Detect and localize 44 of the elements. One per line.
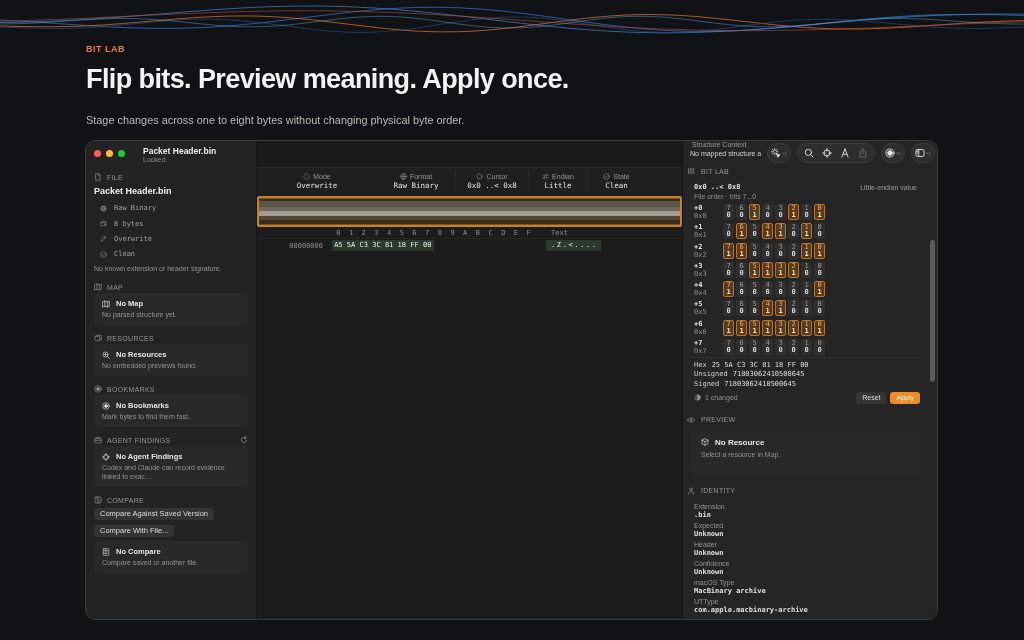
crosshair-icon: [822, 148, 832, 158]
document-icon: [102, 547, 110, 556]
eye-icon: [687, 415, 695, 424]
circle-icon: [476, 172, 484, 180]
scrollbar-thumb[interactable]: [930, 240, 935, 382]
close-button[interactable]: [94, 150, 101, 157]
page-subtitle: Stage changes across one to eight bytes without changing physical byte order.: [86, 114, 466, 127]
crosshair-icon: [102, 452, 110, 461]
record-icon: [885, 148, 895, 158]
refresh-icon[interactable]: [240, 436, 248, 445]
search-icon: [804, 148, 814, 158]
cube-icon: [701, 438, 709, 447]
pencil-icon: [100, 235, 107, 243]
drive-icon: [100, 220, 107, 228]
sidebar-icon: [915, 148, 925, 158]
pen-nib-icon: [840, 148, 850, 158]
chevron-down-icon: [896, 150, 901, 156]
check-circle-icon: [100, 250, 107, 258]
globe-icon: [399, 172, 407, 180]
zoom-button[interactable]: [118, 150, 125, 157]
minimize-button[interactable]: [106, 150, 113, 157]
file-name: Packet Header.bin: [94, 185, 173, 197]
eyebrow-label: BIT LAB: [86, 44, 126, 55]
swap-arrows-icon: [542, 172, 550, 180]
briefcase-icon: [94, 436, 102, 445]
page-title: Flip bits. Preview meaning. Apply once.: [86, 64, 570, 94]
map-icon: [94, 283, 102, 292]
gear-icon: [100, 204, 107, 212]
sparkle-icon: [771, 148, 781, 158]
chevron-down-icon: [782, 150, 787, 156]
dashed-circle-icon: [303, 172, 311, 180]
check-circle-icon: [603, 172, 611, 180]
magnifier-icon: [102, 350, 110, 359]
person-icon: [687, 486, 695, 495]
photos-icon: [94, 334, 102, 343]
window-title: Packet Header.bin: [143, 146, 217, 156]
chevron-down-icon: [926, 150, 931, 156]
half-circle-icon: [694, 394, 701, 402]
share-icon: [858, 148, 868, 158]
split-square-icon: [94, 496, 102, 505]
empty-state-title: No Resource: [715, 437, 765, 447]
map-icon: [102, 299, 110, 308]
bars-icon: [687, 167, 695, 175]
document-icon: [94, 173, 102, 181]
